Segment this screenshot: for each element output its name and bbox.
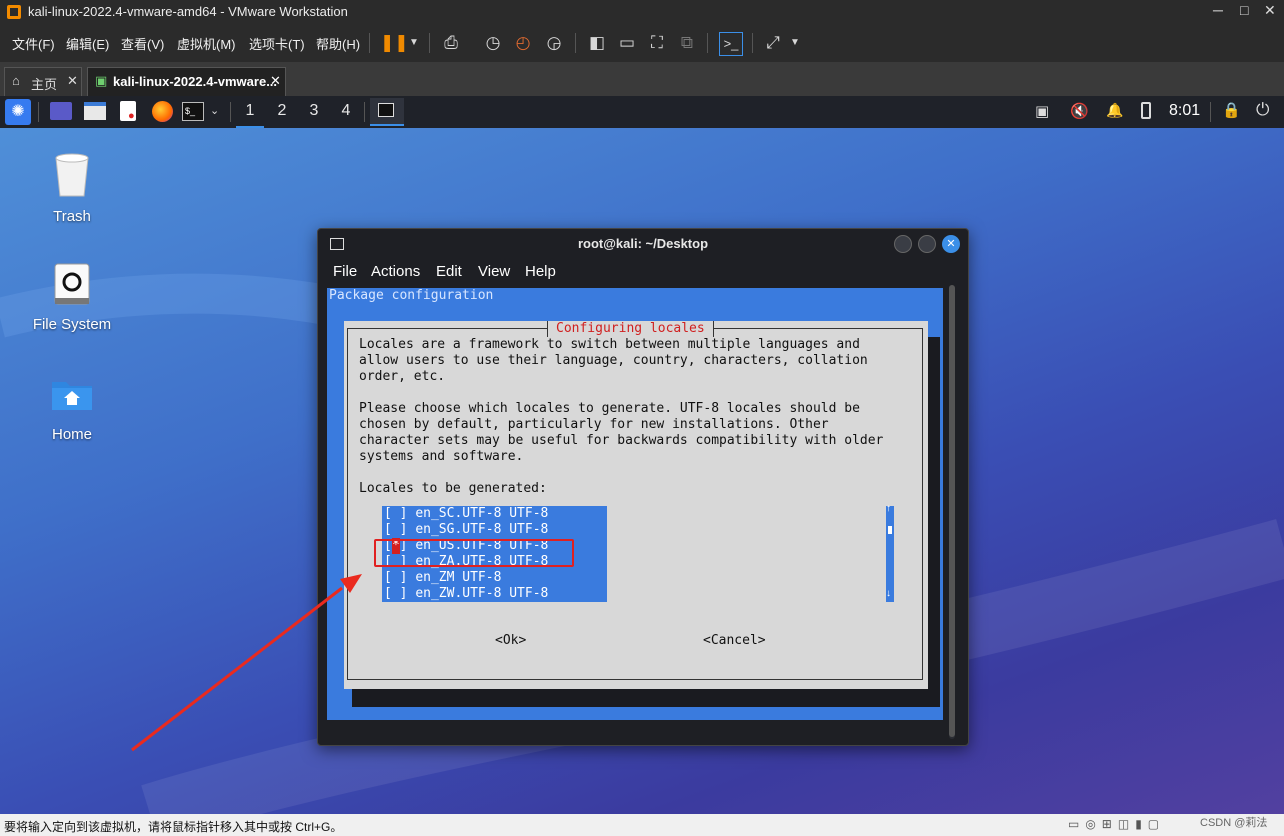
annotation-arrow (131, 574, 362, 752)
status-hint: 要将输入定向到该虚拟机，请将鼠标指针移入其中或按 Ctrl+G。 (4, 820, 343, 834)
watermark: CSDN @莉法 (1200, 817, 1268, 829)
device-icons: ▭◎⊞◫▮▢ (1068, 817, 1166, 831)
vmware-statusbar: 要将输入定向到该虚拟机，请将鼠标指针移入其中或按 Ctrl+G。 ▭◎⊞◫▮▢ … (0, 814, 1284, 836)
